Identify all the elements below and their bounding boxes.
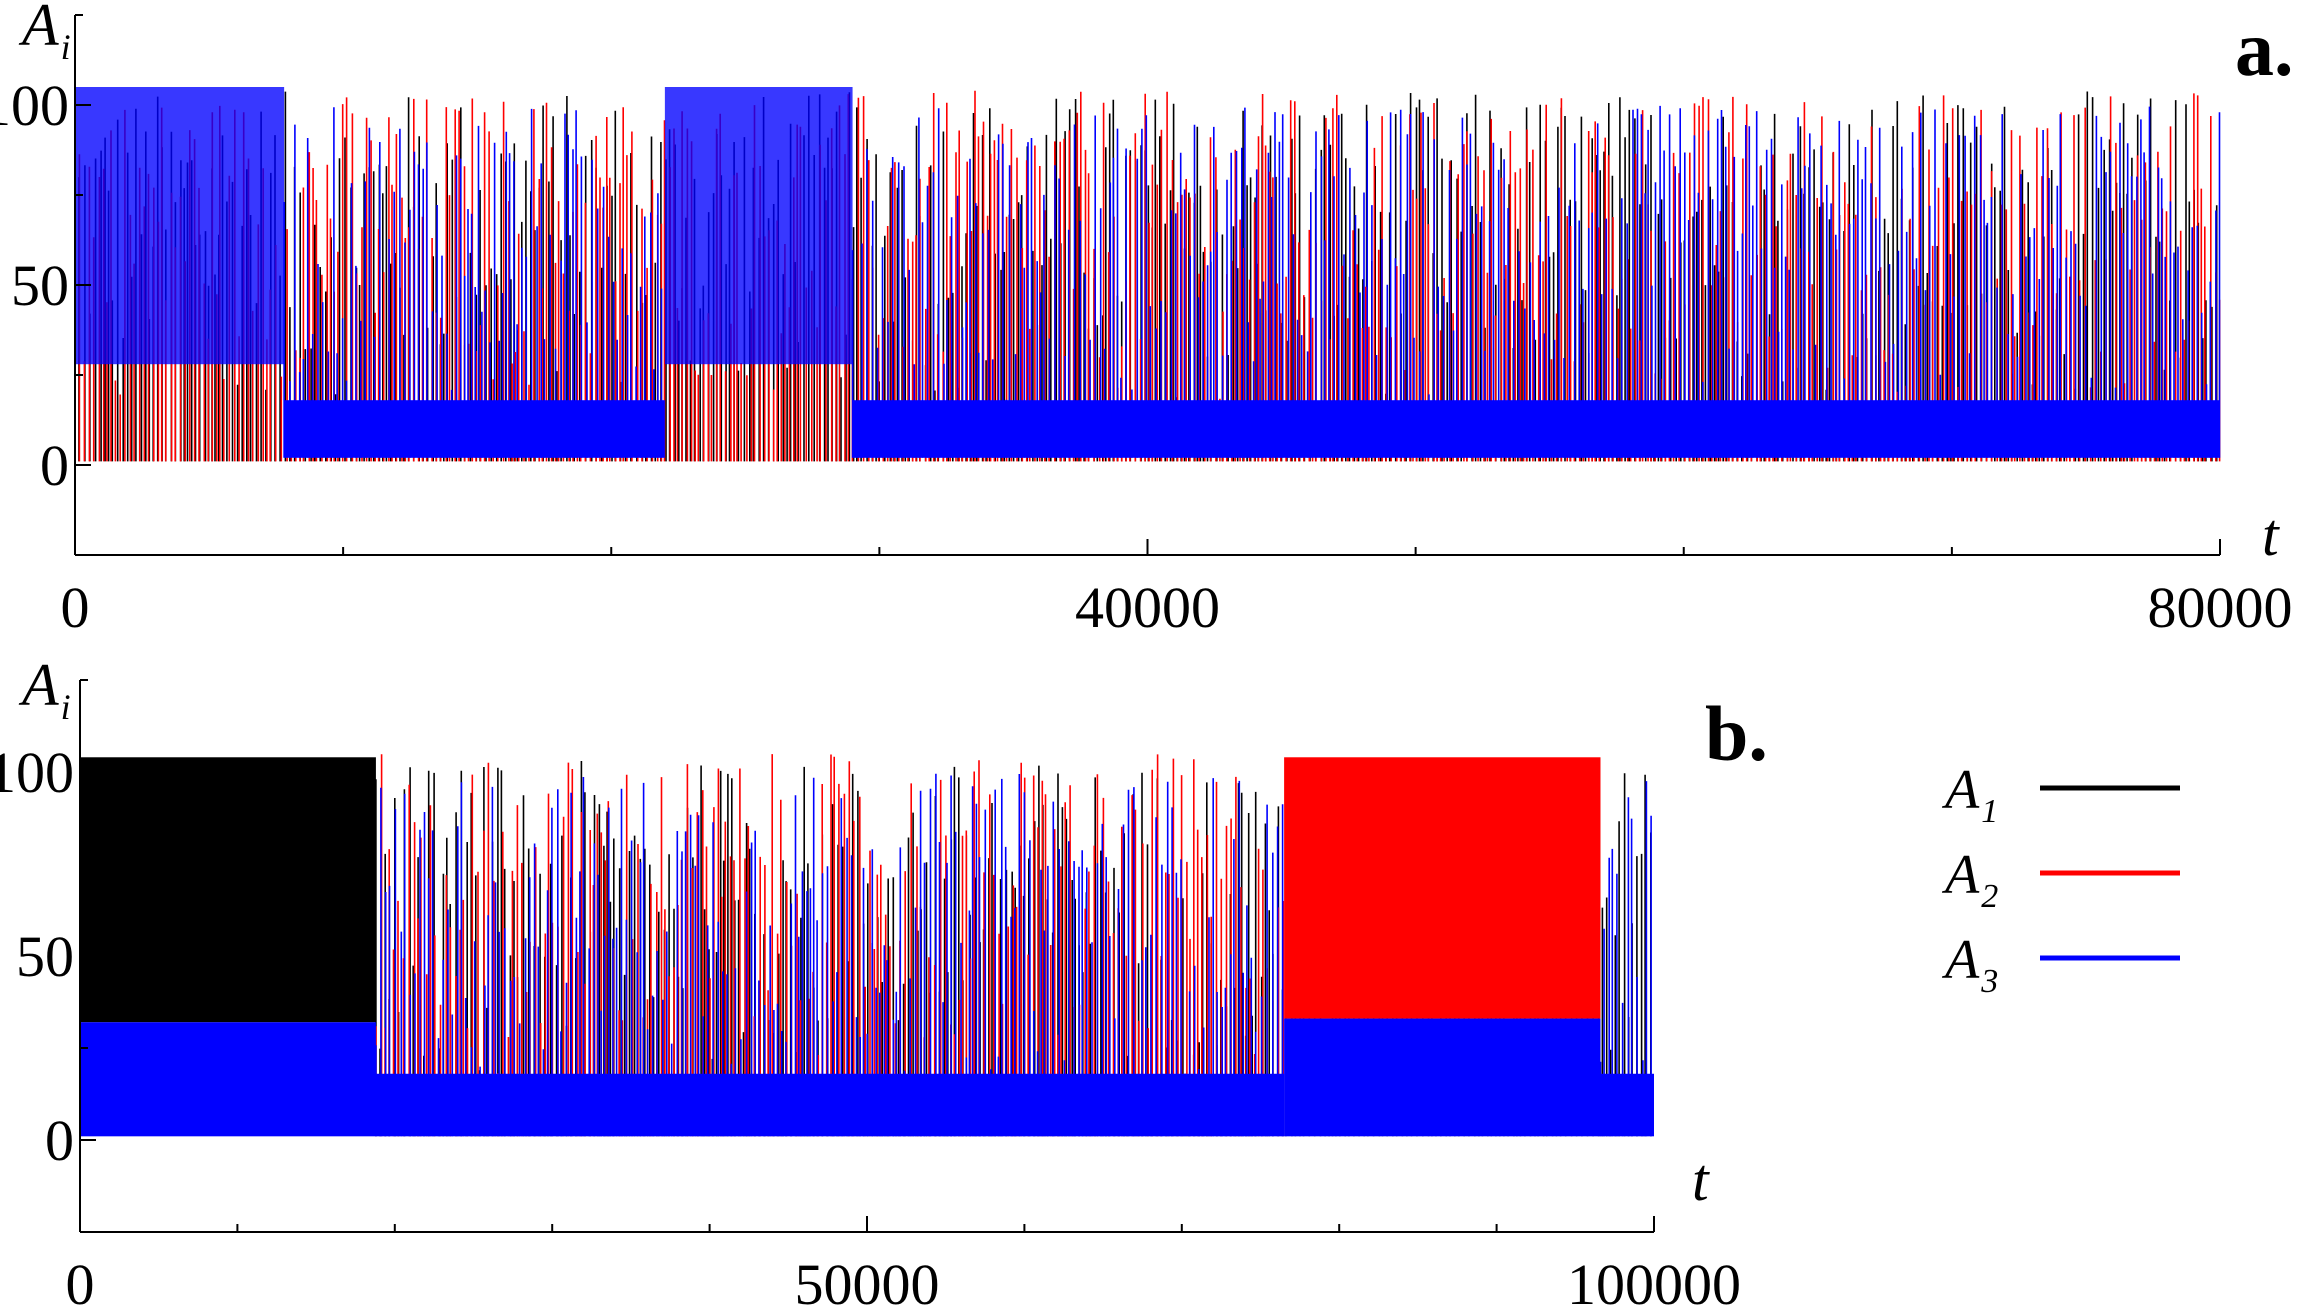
band-segment — [80, 1022, 376, 1137]
panel-b: 0 50000 100000 0 50 100 Ai t b. — [0, 652, 1768, 1305]
band-segment — [1284, 1018, 1601, 1137]
legend-label-base: A — [1941, 844, 1980, 906]
band-segment — [1600, 1073, 1654, 1137]
x-tick-label: 40000 — [1075, 575, 1220, 640]
y-axis-label: Ai — [18, 0, 71, 67]
y-axis-label-base: A — [18, 652, 59, 718]
band-segment — [1284, 757, 1601, 1019]
y-tick-label: 50 — [16, 924, 74, 989]
legend-label-base: A — [1941, 929, 1980, 991]
band-segment — [75, 87, 285, 365]
x-axis-label: t — [2262, 502, 2280, 568]
legend-entry: A3 — [1941, 929, 2180, 1000]
band-segment — [664, 87, 853, 365]
y-tick-label: 50 — [11, 253, 69, 318]
y-axis-label-base: A — [18, 0, 59, 58]
legend-label-sub: 2 — [1981, 878, 1998, 915]
y-tick-label: 0 — [45, 1108, 74, 1173]
y-axis-label: Ai — [18, 652, 71, 727]
x-tick-label: 0 — [66, 1252, 95, 1305]
figure: 04000080000050100Aita. 05000010000005010… — [0, 0, 2294, 1305]
band-segment — [284, 400, 665, 458]
legend-label: A2 — [1941, 844, 1998, 915]
plot-area — [74, 87, 2221, 462]
y-tick-label: 100 — [0, 740, 74, 805]
band-segment — [80, 757, 376, 1023]
legend-label-sub: 3 — [1980, 963, 1998, 1000]
legend-label-base: A — [1941, 759, 1980, 821]
y-axis-label-sub: i — [61, 687, 71, 727]
legend: A1A2A3 — [1941, 759, 2180, 1000]
legend-entry: A1 — [1941, 759, 2180, 830]
x-tick-label: 50000 — [795, 1252, 940, 1305]
y-tick-label: 0 — [40, 433, 69, 498]
y-tick-label: 100 — [0, 73, 69, 138]
panel-a: 04000080000050100Aita. — [0, 0, 2294, 640]
panel-label: b. — [1705, 690, 1768, 777]
band-segment — [852, 400, 2220, 458]
x-tick-label: 0 — [61, 575, 90, 640]
y-axis-label-sub: i — [61, 27, 71, 67]
x-axis-label: t — [1692, 1147, 1710, 1213]
x-tick-label: 80000 — [2148, 575, 2293, 640]
plot-area — [80, 754, 1654, 1137]
legend-label: A3 — [1941, 929, 1998, 1000]
legend-label-sub: 1 — [1981, 793, 1998, 830]
x-tick-label: 100000 — [1567, 1252, 1741, 1305]
band-segment — [375, 1073, 1285, 1137]
panel-label: a. — [2235, 5, 2294, 92]
legend-entry: A2 — [1941, 844, 2180, 915]
legend-label: A1 — [1941, 759, 1998, 830]
